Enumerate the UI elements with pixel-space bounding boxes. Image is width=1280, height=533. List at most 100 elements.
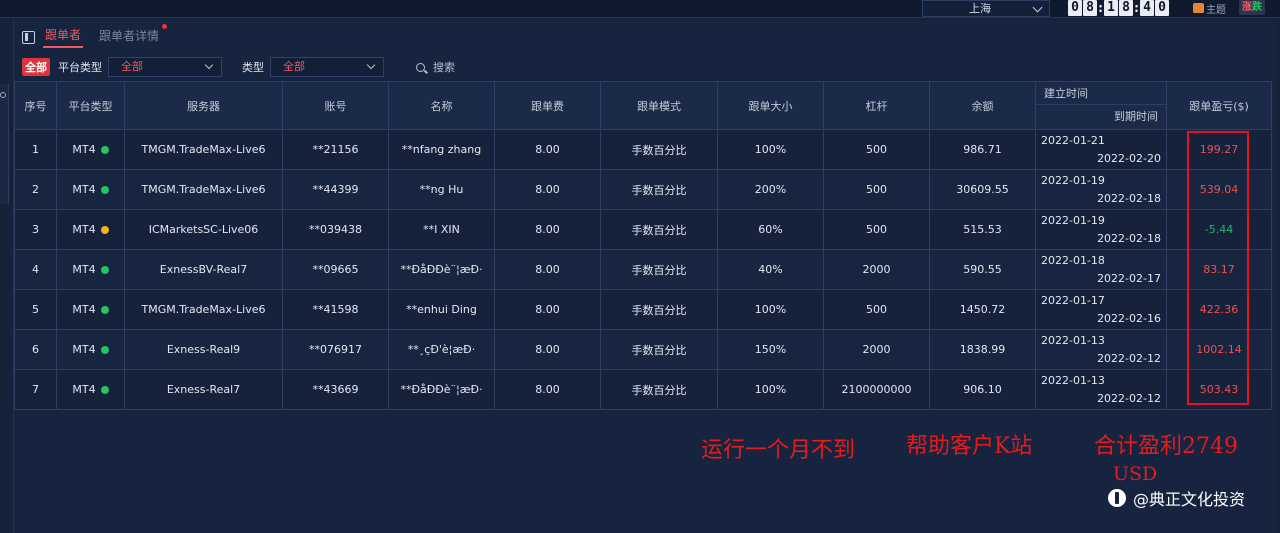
cell-index: 7 bbox=[14, 369, 57, 410]
cell-fee: 8.00 bbox=[494, 369, 601, 410]
cell-balance: 1838.99 bbox=[929, 329, 1036, 370]
watermark-text: @典正文化投资 bbox=[1133, 490, 1246, 509]
notification-dot bbox=[162, 24, 168, 29]
cell-fee: 8.00 bbox=[494, 169, 601, 210]
table-row[interactable]: 6 MT4 Exness-Real9 **076917 **¸çÐ'è¦æÐ· 8.00 手… bbox=[14, 329, 1272, 370]
cell-leverage: 2000 bbox=[823, 249, 930, 290]
rise-fall-toggle[interactable]: 涨跌 bbox=[1239, 0, 1265, 15]
platform-label: MT4 bbox=[72, 143, 96, 156]
city-value: 上海 bbox=[969, 2, 991, 15]
city-select[interactable]: 上海 bbox=[922, 0, 1050, 17]
table-row[interactable]: 1 MT4 TMGM.TradeMax-Live6 **21156 **nfang zh… bbox=[14, 129, 1272, 170]
cell-dates: 2022-01-19 2022-02-18 bbox=[1035, 209, 1167, 250]
cell-account: **039438 bbox=[282, 209, 389, 250]
col-server: 服务器 bbox=[124, 81, 283, 130]
type-select[interactable]: 全部 bbox=[270, 57, 384, 77]
tab-follower-details[interactable]: 跟单者详情 bbox=[97, 24, 168, 47]
type-label: 类型 bbox=[242, 61, 264, 74]
top-bar: 上海 0 8 : 1 8 : 4 0 主题 涨跌 bbox=[0, 0, 1280, 18]
expiry-date: 2022-02-17 bbox=[1097, 271, 1161, 285]
cell-index: 1 bbox=[14, 129, 57, 170]
table-row[interactable]: 4 MT4 ExnessBV-Real7 **09665 **ÐåÐÐè¨¦æÐ· 8.0… bbox=[14, 249, 1272, 290]
followers-table: 序号 平台类型 服务器 账号 名称 跟单费 跟单模式 跟单大小 杠杆 余额 建立… bbox=[14, 81, 1272, 410]
cell-profit: 539.04 bbox=[1166, 169, 1272, 210]
col-name: 名称 bbox=[388, 81, 495, 130]
cell-leverage: 2100000000 bbox=[823, 369, 930, 410]
clock-digit: 1 bbox=[1104, 0, 1118, 16]
theme-label: 主题 bbox=[1206, 4, 1226, 16]
cell-balance: 986.71 bbox=[929, 129, 1036, 170]
status-dot-icon bbox=[100, 386, 109, 394]
side-drawer-handle[interactable] bbox=[0, 84, 9, 204]
cell-profit: 422.36 bbox=[1166, 289, 1272, 330]
status-dot-icon bbox=[100, 186, 109, 194]
cell-mode: 手数百分比 bbox=[600, 289, 718, 330]
col-leverage: 杠杆 bbox=[823, 81, 930, 130]
col-platform: 平台类型 bbox=[56, 81, 125, 130]
platform-label: MT4 bbox=[72, 343, 96, 356]
cell-index: 4 bbox=[14, 249, 57, 290]
status-dot-icon bbox=[100, 266, 109, 274]
platform-label: MT4 bbox=[72, 383, 96, 396]
cell-mode: 手数百分比 bbox=[600, 369, 718, 410]
annotation-running-time: 运行一个月不到 bbox=[701, 438, 856, 463]
cell-platform: MT4 bbox=[56, 129, 125, 170]
cell-server: Exness-Real9 bbox=[124, 329, 283, 370]
cell-size: 100% bbox=[717, 129, 824, 170]
search-icon bbox=[416, 62, 425, 72]
filter-bar: 全部 平台类型 全部 类型 全部 搜索 bbox=[22, 57, 455, 77]
col-account: 账号 bbox=[282, 81, 389, 130]
created-date: 2022-01-18 bbox=[1041, 253, 1105, 267]
cell-balance: 515.53 bbox=[929, 209, 1036, 250]
cell-dates: 2022-01-19 2022-02-18 bbox=[1035, 169, 1167, 210]
panel-toggle-icon[interactable] bbox=[22, 30, 35, 44]
table-row[interactable]: 7 MT4 Exness-Real7 **43669 **ÐåÐÐè¨¦æÐ· 8.00 手… bbox=[14, 369, 1272, 410]
fall-label: 跌 bbox=[1252, 2, 1262, 13]
all-filter-button[interactable]: 全部 bbox=[22, 58, 50, 76]
cell-leverage: 500 bbox=[823, 289, 930, 330]
cell-platform: MT4 bbox=[56, 249, 125, 290]
cell-index: 2 bbox=[14, 169, 57, 210]
cell-mode: 手数百分比 bbox=[600, 209, 718, 250]
cell-mode: 手数百分比 bbox=[600, 129, 718, 170]
cell-name: **¸çÐ'è¦æÐ· bbox=[388, 329, 495, 370]
cell-dates: 2022-01-13 2022-02-12 bbox=[1035, 329, 1167, 370]
chevron-down-icon bbox=[366, 60, 376, 70]
clock-digit: 0 bbox=[1068, 0, 1082, 16]
clock-digit: 8 bbox=[1119, 0, 1133, 16]
col-created: 建立时间 bbox=[1036, 82, 1166, 105]
expiry-date: 2022-02-12 bbox=[1097, 351, 1161, 365]
created-date: 2022-01-17 bbox=[1041, 293, 1105, 307]
cell-size: 150% bbox=[717, 329, 824, 370]
cell-index: 3 bbox=[14, 209, 57, 250]
cell-name: **nfang zhang bbox=[388, 129, 495, 170]
theme-button[interactable]: 主题 bbox=[1193, 0, 1226, 16]
cell-profit: 199.27 bbox=[1166, 129, 1272, 170]
cell-account: **41598 bbox=[282, 289, 389, 330]
cell-balance: 30609.55 bbox=[929, 169, 1036, 210]
clock-digit: 8 bbox=[1083, 0, 1097, 16]
chevron-down-icon bbox=[204, 60, 214, 70]
table-row[interactable]: 3 MT4 ICMarketsSC-Live06 **039438 **I XIN 8.0… bbox=[14, 209, 1272, 250]
platform-label: MT4 bbox=[72, 303, 96, 316]
type-value: 全部 bbox=[283, 60, 305, 73]
cell-server: Exness-Real7 bbox=[124, 369, 283, 410]
cell-profit: 1002.14 bbox=[1166, 329, 1272, 370]
col-profit: 跟单盈亏($) bbox=[1166, 81, 1272, 130]
cell-account: **09665 bbox=[282, 249, 389, 290]
tab-bar: 跟单者 跟单者详情 bbox=[22, 24, 175, 48]
platform-label: MT4 bbox=[72, 183, 96, 196]
cell-fee: 8.00 bbox=[494, 129, 601, 170]
rise-label: 涨 bbox=[1242, 2, 1252, 13]
col-size: 跟单大小 bbox=[717, 81, 824, 130]
tab-followers[interactable]: 跟单者 bbox=[43, 26, 84, 48]
table-row[interactable]: 2 MT4 TMGM.TradeMax-Live6 **44399 **ng Hu 8.0… bbox=[14, 169, 1272, 210]
cell-server: TMGM.TradeMax-Live6 bbox=[124, 289, 283, 330]
table-row[interactable]: 5 MT4 TMGM.TradeMax-Live6 **41598 **enhui Di… bbox=[14, 289, 1272, 330]
status-dot-icon bbox=[100, 346, 109, 354]
cell-dates: 2022-01-21 2022-02-20 bbox=[1035, 129, 1167, 170]
gear-icon bbox=[0, 92, 6, 98]
expiry-date: 2022-02-20 bbox=[1097, 151, 1161, 165]
platform-type-select[interactable]: 全部 bbox=[108, 57, 222, 77]
search-button[interactable]: 搜索 bbox=[416, 59, 455, 75]
